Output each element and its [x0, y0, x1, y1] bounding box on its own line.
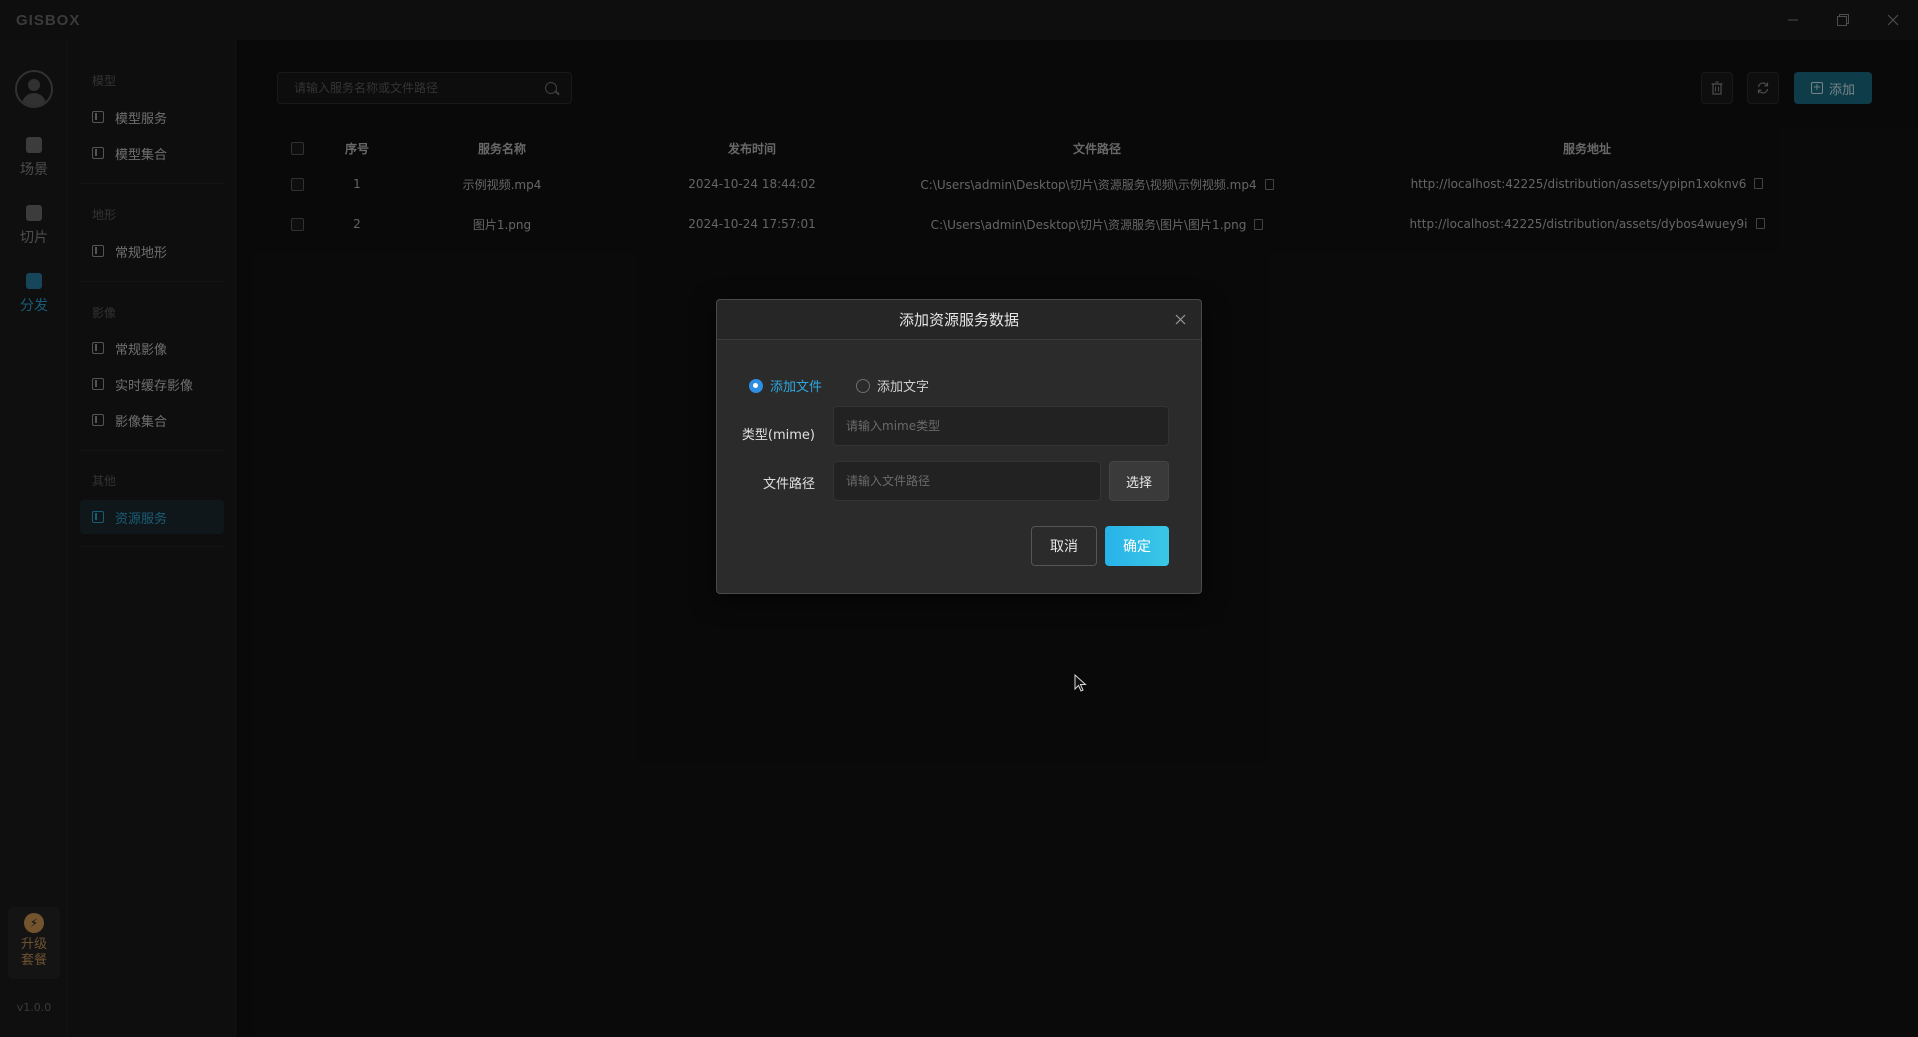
radio-label: 添加文字: [877, 380, 930, 395]
dialog-header: 添加资源服务数据: [717, 300, 1201, 340]
radio-unchecked-icon: [856, 378, 871, 393]
radio-checked-icon: [749, 378, 763, 393]
choose-file-button[interactable]: 选择: [1109, 461, 1169, 501]
dialog-close-button[interactable]: [1171, 310, 1189, 328]
mime-label: 类型(mime): [741, 428, 815, 443]
file-path-label: 文件路径: [762, 477, 815, 492]
add-resource-dialog: 添加资源服务数据 添加文件 添加文字 类型(mime) 文件路径 选择 取消 确…: [716, 299, 1202, 594]
file-path-input[interactable]: [833, 461, 1101, 501]
radio-label: 添加文件: [770, 380, 823, 395]
radio-add-file[interactable]: 添加文件: [749, 376, 822, 395]
dialog-title: 添加资源服务数据: [898, 311, 1019, 329]
confirm-button[interactable]: 确定: [1105, 526, 1169, 566]
cancel-button[interactable]: 取消: [1031, 526, 1097, 566]
mime-input[interactable]: [833, 406, 1169, 446]
close-icon: [1175, 314, 1185, 324]
mode-radio-group: 添加文件 添加文字: [749, 376, 963, 395]
radio-add-text[interactable]: 添加文字: [856, 376, 929, 395]
